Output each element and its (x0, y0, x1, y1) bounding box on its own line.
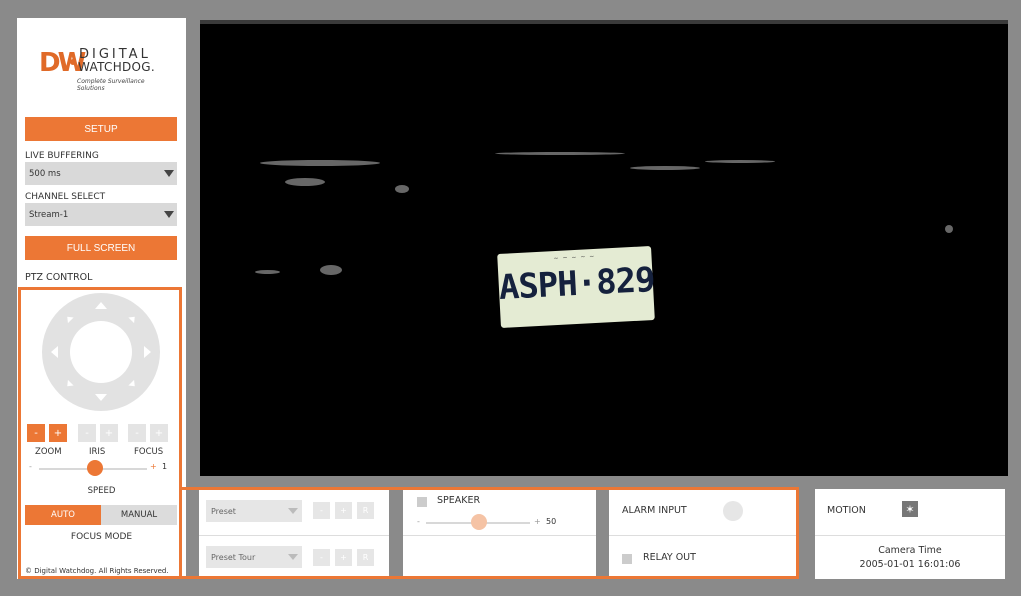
audio-panel: SPEAKER - + 50 (403, 489, 596, 579)
volume-max-label: + (534, 517, 541, 526)
light-streak (285, 178, 325, 186)
relay-out-label: RELAY OUT (643, 552, 696, 563)
preset-add-button[interactable]: + (335, 502, 352, 519)
speaker-label: SPEAKER (437, 495, 481, 506)
light-streak (495, 152, 625, 155)
relay-out-checkbox[interactable] (622, 554, 632, 564)
channel-select[interactable]: Stream-1 (25, 203, 177, 226)
chevron-down-icon (288, 554, 298, 560)
focus-manual-button[interactable]: MANUAL (101, 505, 177, 525)
light-streak (255, 270, 280, 274)
speed-label: SPEED (87, 486, 116, 496)
focus-near-button[interactable]: - (128, 424, 146, 442)
live-buffering-select[interactable]: 500 ms (25, 162, 177, 185)
divider (609, 535, 796, 536)
ptz-dial-center (70, 321, 132, 383)
camera-time-label: Camera Time (878, 545, 942, 556)
copyright-text: © Digital Watchdog. All Rights Reserved. (25, 567, 169, 575)
focus-label: FOCUS (134, 447, 164, 457)
light-streak (320, 265, 342, 275)
preset-select[interactable]: Preset (206, 500, 302, 522)
license-plate: ~ ~ ~ ~ ~ ASPH·829 (497, 246, 656, 328)
left-panel: DW DIGITAL WATCHDOG. Complete Surveillan… (17, 18, 186, 579)
preset-reset-button[interactable]: R (357, 502, 374, 519)
light-streak (705, 160, 775, 163)
zoom-in-button[interactable]: + (49, 424, 67, 442)
chevron-down-icon (164, 211, 174, 218)
tour-remove-button[interactable]: - (313, 549, 330, 566)
focus-auto-button[interactable]: AUTO (25, 505, 101, 525)
light-streak (260, 160, 380, 166)
alarm-input-label: ALARM INPUT (622, 505, 687, 516)
logo-mark: DW (39, 48, 86, 78)
speaker-checkbox[interactable] (417, 497, 427, 507)
camera-time-value: 2005-01-01 16:01:06 (859, 559, 961, 570)
pan-up-left-icon[interactable] (64, 313, 74, 324)
volume-slider-handle[interactable] (471, 514, 487, 530)
logo-dot (70, 59, 76, 65)
speed-max-label: + (150, 462, 157, 471)
live-buffering-label: LIVE BUFFERING (25, 151, 99, 161)
zoom-out-button[interactable]: - (27, 424, 45, 442)
live-video-view[interactable]: ~ ~ ~ ~ ~ ASPH·829 (200, 20, 1008, 476)
digital-watchdog-logo: DW DIGITAL WATCHDOG. Complete Surveillan… (39, 46, 169, 106)
divider (199, 535, 389, 536)
live-buffering-value: 500 ms (29, 168, 61, 179)
running-man-icon: ✶ (902, 501, 918, 517)
pan-left-icon[interactable] (51, 346, 58, 358)
speed-min-label: - (29, 462, 32, 471)
pan-up-right-icon[interactable] (128, 313, 138, 324)
status-panel: MOTION ✶ Camera Time 2005-01-01 16:01:06 (815, 489, 1005, 579)
channel-select-value: Stream-1 (29, 209, 69, 220)
iris-open-button[interactable]: + (100, 424, 118, 442)
speed-value: 1 (162, 462, 168, 471)
io-panel: ALARM INPUT RELAY OUT (609, 489, 796, 579)
ptz-dial[interactable] (42, 293, 160, 411)
volume-min-label: - (417, 517, 420, 526)
volume-value: 50 (546, 517, 557, 526)
pan-up-icon[interactable] (95, 302, 107, 309)
ptz-control-label: PTZ CONTROL (25, 272, 93, 283)
logo-line2: WATCHDOG. (78, 60, 156, 74)
pan-down-right-icon[interactable] (128, 379, 138, 390)
tour-add-button[interactable]: + (335, 549, 352, 566)
setup-button[interactable]: SETUP (25, 117, 177, 141)
iris-close-button[interactable]: - (78, 424, 96, 442)
full-screen-button[interactable]: FULL SCREEN (25, 236, 177, 260)
preset-remove-button[interactable]: - (313, 502, 330, 519)
video-edge (200, 20, 1008, 24)
preset-tour-select[interactable]: Preset Tour (206, 546, 302, 568)
pan-down-left-icon[interactable] (64, 379, 74, 390)
iris-label: IRIS (89, 447, 106, 457)
preset-tour-value: Preset Tour (211, 552, 256, 562)
focus-far-button[interactable]: + (150, 424, 168, 442)
logo-tagline: Complete Surveillance Solutions (77, 78, 145, 92)
pan-right-icon[interactable] (144, 346, 151, 358)
divider (815, 535, 1005, 536)
motion-label: MOTION (827, 505, 866, 516)
preset-panel: Preset - + R Preset Tour - + R (199, 489, 389, 579)
alarm-input-indicator (723, 501, 743, 521)
focus-mode-label: FOCUS MODE (70, 532, 133, 542)
zoom-label: ZOOM (35, 447, 62, 457)
divider (403, 535, 596, 536)
plate-number: ASPH·829 (497, 259, 656, 309)
chevron-down-icon (164, 170, 174, 177)
tour-reset-button[interactable]: R (357, 549, 374, 566)
pan-down-icon[interactable] (95, 394, 107, 401)
chevron-down-icon (288, 508, 298, 514)
preset-select-value: Preset (211, 506, 236, 516)
light-streak (945, 225, 953, 233)
light-streak (395, 185, 409, 193)
speed-slider-handle[interactable] (87, 460, 103, 476)
channel-select-label: CHANNEL SELECT (25, 192, 106, 202)
light-streak (630, 166, 700, 170)
